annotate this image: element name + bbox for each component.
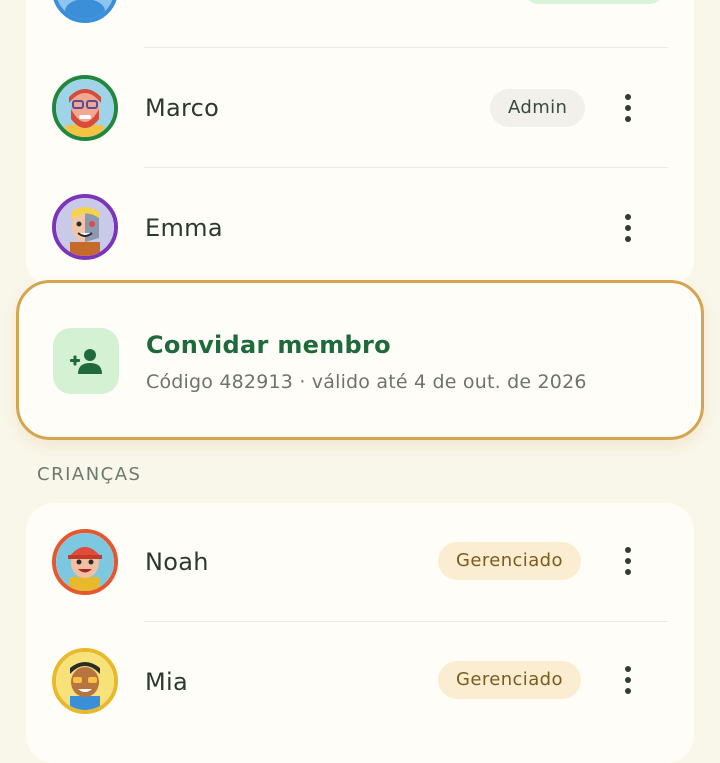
more-options-icon[interactable] xyxy=(612,88,644,128)
avatar xyxy=(52,648,118,714)
role-badge: Admin xyxy=(490,89,586,127)
member-row[interactable] xyxy=(26,0,694,50)
adults-card: Marco Admin Emma xyxy=(26,0,694,288)
member-row[interactable]: Emma xyxy=(26,168,694,288)
member-name: Noah xyxy=(145,548,209,576)
invite-code: Código 482913 · válido até 4 de out. de … xyxy=(146,371,587,393)
more-options-icon[interactable] xyxy=(612,660,644,700)
status-badge xyxy=(522,0,666,4)
role-badge: Gerenciado xyxy=(438,661,581,699)
member-row[interactable]: Marco Admin xyxy=(26,48,694,168)
member-row[interactable]: Noah Gerenciado xyxy=(26,503,694,623)
member-row[interactable]: Mia Gerenciado xyxy=(26,622,694,742)
avatar xyxy=(52,0,118,23)
avatar xyxy=(52,529,118,595)
section-label-kids: CRIANÇAS xyxy=(37,464,142,485)
role-badge: Gerenciado xyxy=(438,542,581,580)
more-options-icon[interactable] xyxy=(612,208,644,248)
more-options-icon[interactable] xyxy=(612,541,644,581)
member-name: Mia xyxy=(145,668,188,696)
invite-title: Convidar membro xyxy=(146,331,391,359)
avatar xyxy=(52,194,118,260)
member-name: Marco xyxy=(145,94,220,122)
invite-member-button[interactable]: Convidar membro Código 482913 · válido a… xyxy=(16,280,704,440)
member-name: Emma xyxy=(145,214,223,242)
kids-card: Noah Gerenciado Mia Gerenciado xyxy=(26,503,694,763)
person-add-icon xyxy=(53,328,119,394)
avatar xyxy=(52,75,118,141)
